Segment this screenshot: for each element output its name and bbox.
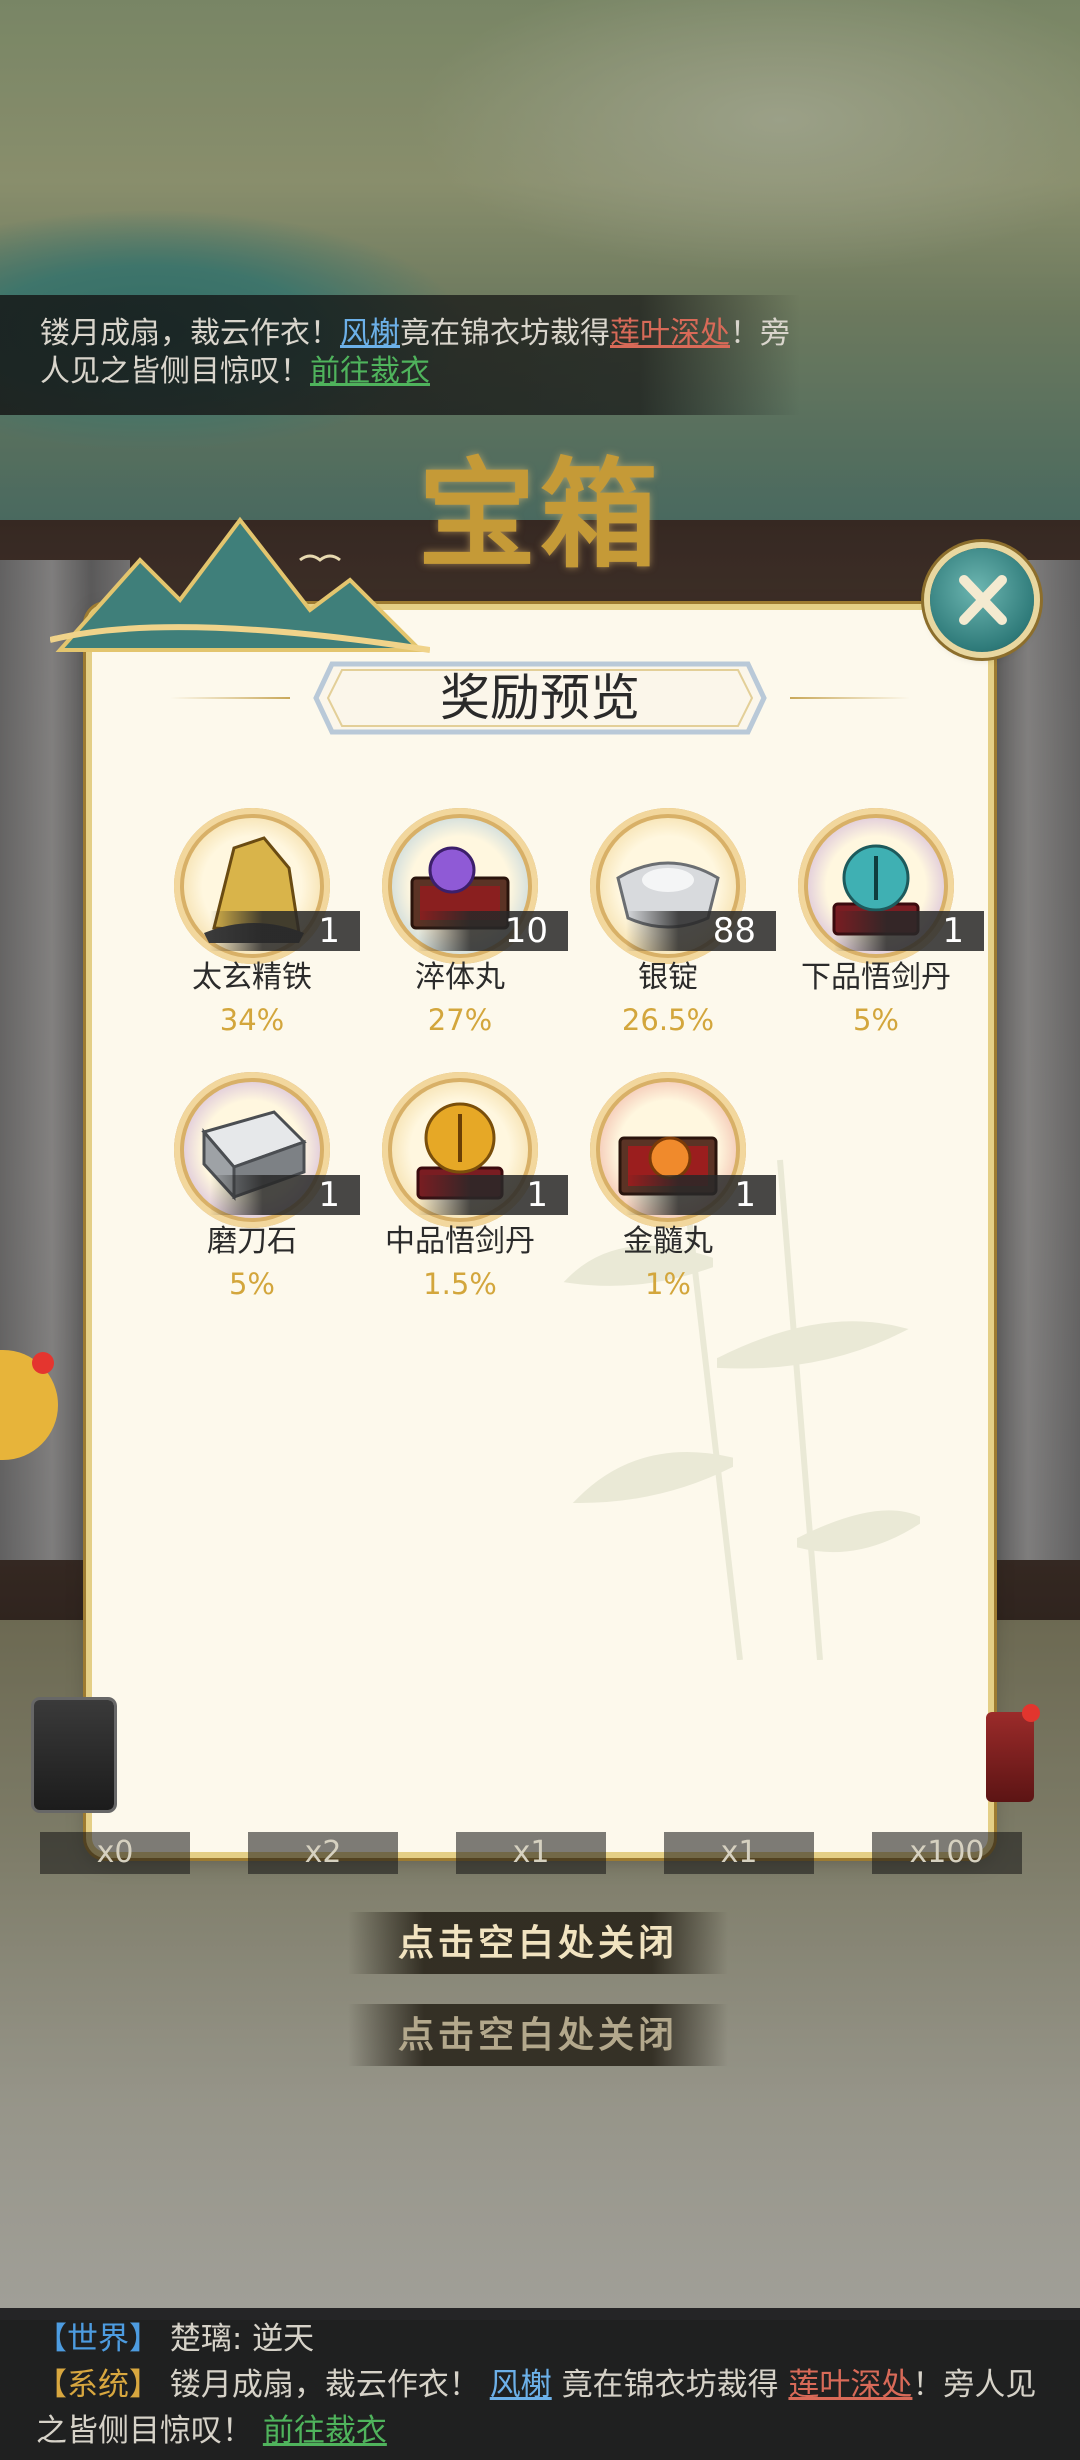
reward-item[interactable]: 1 太玄精铁 34% (152, 808, 360, 1048)
chest-icon[interactable] (34, 1700, 114, 1810)
tap-blank-to-close-hint-shadow: 点击空白处关闭 (348, 2004, 728, 2066)
reward-count: 88 (626, 911, 776, 951)
broadcast-marquee: 镂月成扇，裁云作衣！风榭竟在锦衣坊裁得莲叶深处！旁人见之皆侧目惊叹！前往裁衣 (0, 295, 800, 415)
reward-chance: 1% (644, 1267, 691, 1301)
chest-multiplier: x0 (40, 1832, 190, 1874)
reward-name: 太玄精铁 (192, 960, 312, 995)
reward-item[interactable]: 1 金髓丸 1% (568, 1072, 776, 1312)
chest-icon[interactable] (986, 1704, 1040, 1802)
chest-multiplier: x2 (248, 1832, 398, 1874)
reward-count: 10 (418, 911, 568, 951)
system-item-link[interactable]: 莲叶深处 (788, 2367, 912, 2403)
chest-title: 宝箱 (417, 445, 662, 584)
reward-count: 1 (626, 1175, 776, 1215)
mountain-ornament-icon (50, 516, 430, 653)
reward-name: 磨刀石 (207, 1224, 297, 1259)
chat-line-world: 【世界】 楚璃: 逆天 (36, 2321, 315, 2357)
title-divider-right (790, 697, 910, 699)
reward-name: 中品悟剑丹 (385, 1224, 535, 1259)
chat-panel[interactable]: 【世界】 楚璃: 逆天 【系统】 镂月成扇，裁云作衣！ 风榭 竟在锦衣坊裁得 莲… (0, 2308, 1080, 2460)
reward-count: 1 (418, 1175, 568, 1215)
reward-item[interactable]: 10 淬体丸 27% (360, 808, 568, 1048)
reward-name: 银锭 (638, 960, 698, 995)
world-username[interactable]: 楚璃 (170, 2321, 232, 2357)
marquee-text-1: 镂月成扇，裁云作衣！ (40, 316, 340, 351)
reward-item[interactable]: 88 银锭 26.5% (568, 808, 776, 1048)
reward-item[interactable]: 1 中品悟剑丹 1.5% (360, 1072, 568, 1312)
close-icon (959, 575, 1007, 625)
marquee-item-link[interactable]: 莲叶深处 (610, 316, 730, 351)
notification-dot (1022, 1704, 1040, 1722)
marquee-text-2: 竟在锦衣坊裁得 (400, 316, 610, 351)
reward-count: 1 (210, 911, 360, 951)
chest-multiplier: x1 (456, 1832, 606, 1874)
tap-blank-to-close-hint[interactable]: 点击空白处关闭 (348, 1912, 728, 1974)
system-channel-tag: 【系统】 (36, 2367, 160, 2403)
chest-multiplier: x100 (872, 1832, 1022, 1874)
reward-count: 1 (210, 1175, 360, 1215)
reward-name: 金髓丸 (623, 1224, 713, 1259)
marquee-player-link[interactable]: 风榭 (340, 316, 400, 351)
system-text-1: 镂月成扇，裁云作衣！ (169, 2367, 480, 2403)
world-channel-tag: 【世界】 (36, 2321, 160, 2357)
reward-chance: 34% (219, 1003, 285, 1037)
chest-multiplier: x1 (664, 1832, 814, 1874)
reward-chance: 5% (852, 1003, 899, 1037)
marquee-goto-link[interactable]: 前往裁衣 (310, 354, 430, 389)
world-message: 逆天 (252, 2321, 315, 2357)
reward-chance: 1.5% (423, 1267, 497, 1301)
system-player-link[interactable]: 风榭 (490, 2367, 552, 2403)
modal-title: 奖励预览 (440, 669, 640, 727)
reward-chance: 27% (427, 1003, 493, 1037)
system-text-2: 竟在锦衣坊裁得 (561, 2367, 779, 2403)
reward-chance: 26.5% (621, 1003, 715, 1037)
reward-item[interactable]: 1 下品悟剑丹 5% (776, 808, 984, 1048)
chat-line-system: 【系统】 镂月成扇，裁云作衣！ 风榭 竟在锦衣坊裁得 莲叶深处！旁人见之皆侧目惊… (36, 2362, 1056, 2454)
system-goto-link[interactable]: 前往裁衣 (263, 2413, 387, 2449)
reward-item[interactable]: 1 磨刀石 5% (152, 1072, 360, 1312)
reward-count: 1 (834, 911, 984, 951)
title-divider-left (170, 697, 290, 699)
reward-chance: 5% (228, 1267, 275, 1301)
reward-name: 淬体丸 (415, 960, 505, 995)
reward-name: 下品悟剑丹 (801, 960, 951, 995)
close-button[interactable] (930, 548, 1034, 652)
notification-dot (32, 1352, 54, 1374)
